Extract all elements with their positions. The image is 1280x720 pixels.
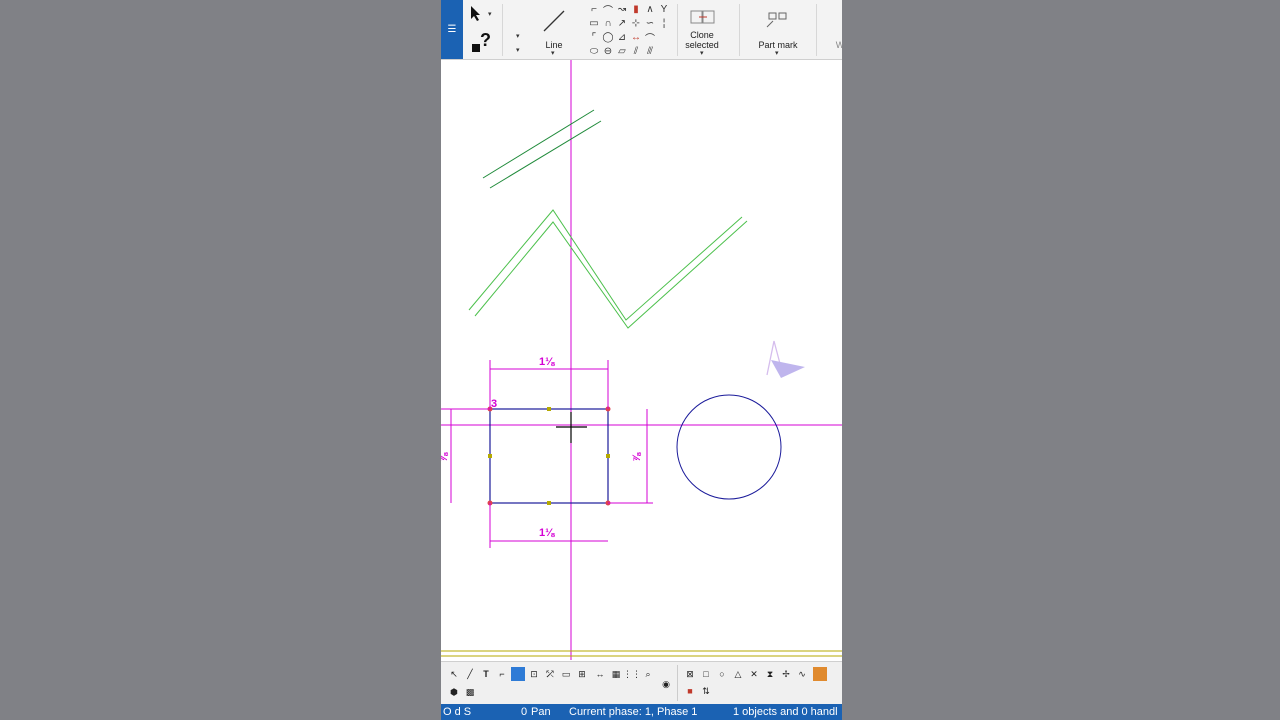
marker-icon[interactable]: ▮	[633, 4, 639, 15]
menu-icon[interactable]: ☰	[441, 0, 463, 59]
color-swatch-icon[interactable]	[813, 667, 827, 681]
help-icon[interactable]: ?	[480, 30, 491, 51]
ribbon-separator	[816, 4, 817, 56]
chevron-down-icon[interactable]: ▾	[488, 10, 492, 18]
status-mode: Pan	[531, 706, 551, 718]
zoom-icon[interactable]: ⌕	[641, 667, 655, 681]
drawing-svg[interactable]: 1⅛ 1⅛ ⅞ ⅞ 3	[441, 60, 842, 660]
push-pin-icon[interactable]: ⬢	[447, 685, 461, 699]
edit-shape-icon[interactable]: ⤱	[543, 667, 557, 681]
line-tool-icon[interactable]	[541, 8, 567, 34]
double-line-b	[489, 120, 602, 189]
hourglass-icon[interactable]: ⧗	[763, 667, 777, 681]
dimension-tool-icon[interactable]: ⊞	[575, 667, 589, 681]
curve-icon[interactable]: ↝	[618, 4, 626, 15]
double-line-a	[482, 109, 595, 179]
polyline-icon[interactable]: ↗	[618, 18, 626, 29]
target-icon[interactable]: ⊖	[604, 46, 612, 57]
slash-icon[interactable]: ⫽	[634, 46, 638, 57]
line-tool-icon[interactable]: ╱	[463, 667, 477, 681]
eye-icon[interactable]: ◉	[659, 677, 673, 691]
status-bar: O d S 0 Pan Current phase: 1, Phase 1 1 …	[441, 704, 842, 720]
part-mark-icon[interactable]	[765, 10, 791, 30]
drawing-canvas[interactable]: 1⅛ 1⅛ ⅞ ⅞ 3	[441, 60, 842, 660]
red-square-icon[interactable]: ■	[683, 684, 697, 698]
corner-icon[interactable]: ⌜	[592, 32, 597, 43]
status-selection: 1 objects and 0 handl	[733, 706, 838, 718]
angle-icon[interactable]: ∧	[646, 4, 653, 15]
cross-icon[interactable]: ✕	[747, 667, 761, 681]
crossed-box-icon[interactable]: ⊠	[683, 667, 697, 681]
pipe-icon[interactable]: ¦	[663, 18, 666, 29]
chevron-down-icon[interactable]: ▾	[516, 32, 520, 40]
grid-tool-icon[interactable]: ▦	[609, 667, 623, 681]
circle-icon[interactable]: ○	[715, 667, 729, 681]
frame-tool-icon[interactable]: ⊡	[527, 667, 541, 681]
note-icon[interactable]: ▱	[618, 46, 626, 57]
drawing-tools-grid: ⌐ ⌒ ↝ ▮ ∧ Y ▭ ∩ ↗ ⊹ ∽ ¦ ⌜ ◯ ⊿ ↔ ⌒ ⬭ ⊖ ▱ …	[587, 2, 673, 58]
window-tool-icon[interactable]: ▭	[559, 667, 573, 681]
leader-tool-icon[interactable]: ⌐	[495, 667, 509, 681]
ribbon-toolbar: ☰ ▾ ? ▾ ▾ Line ▾ ⌐ ⌒ ↝ ▮ ∧ Y ▭ ∩ ↗ ⊹ ∽ ¦…	[441, 0, 842, 60]
circle-tool-icon[interactable]: ◯	[602, 32, 613, 43]
step-line-icon[interactable]: ⌐	[591, 4, 597, 15]
corner-label: 3	[491, 398, 497, 410]
star-cross-icon[interactable]: ✢	[779, 667, 793, 681]
pattern-icon[interactable]: ▩	[463, 685, 477, 699]
clone-selected-icon[interactable]	[690, 8, 716, 28]
select-arrow-icon[interactable]: ↖	[447, 667, 461, 681]
midpoint-handles	[488, 407, 610, 505]
rectangle-icon[interactable]: ▭	[589, 18, 598, 29]
ribbon-separator	[739, 4, 740, 56]
dimension-line-icon[interactable]: ↔	[631, 32, 641, 43]
snap-grid-icon[interactable]: ⋮⋮	[623, 667, 641, 681]
text-tool-icon[interactable]: T	[479, 667, 493, 681]
flag-icon[interactable]: ⊿	[618, 32, 626, 43]
hatch-icon[interactable]: ⫻	[647, 46, 653, 57]
select-arrow-icon[interactable]	[468, 4, 486, 22]
square-icon[interactable]: □	[699, 667, 713, 681]
ribbon-overflow-label[interactable]: W	[835, 40, 842, 50]
status-phase[interactable]: Current phase: 1, Phase 1	[569, 706, 697, 718]
tilde-icon[interactable]: ∿	[795, 667, 809, 681]
ribbon-separator	[502, 4, 503, 56]
bottom-toolbar: ↖ ╱ T ⌐ ⊡ ⤱ ▭ ⊞ ↔ ▦ ⋮⋮ ⌕ ◉ ⬢ ▩ ⊠ □ ○ △ ✕…	[441, 661, 842, 705]
open-arc-icon[interactable]: ⌒	[645, 30, 655, 45]
fill-tool-icon[interactable]	[511, 667, 525, 681]
toolbar-separator	[677, 665, 678, 701]
chevron-down-icon[interactable]: ▾	[775, 49, 779, 57]
selected-rectangle	[489, 408, 609, 504]
chevron-down-icon[interactable]: ▾	[551, 49, 555, 57]
zigzag-line-a	[468, 209, 743, 321]
chevron-down-icon[interactable]: ▾	[516, 46, 520, 54]
circle-shape	[676, 394, 782, 500]
cross-line-icon[interactable]: ⊹	[632, 18, 640, 29]
arc-icon[interactable]: ⌒	[603, 2, 613, 17]
selection-handles	[487, 406, 611, 506]
chevron-down-icon[interactable]: ▾	[700, 49, 704, 57]
dimension-lines	[441, 360, 653, 548]
dimension-bottom-label: 1⅛	[539, 527, 555, 539]
dimension-left-label: ⅞	[441, 452, 450, 462]
flip-icon[interactable]: ⇅	[699, 684, 713, 698]
zigzag-line-b	[474, 220, 748, 329]
fork-icon[interactable]: Y	[661, 4, 668, 15]
crosshair-cursor-icon	[556, 412, 587, 443]
ellipse-icon[interactable]: ⬭	[590, 46, 599, 57]
triangle-icon[interactable]: △	[731, 667, 745, 681]
clone-selected-label[interactable]: Clone selected	[677, 30, 727, 50]
measure-tool-icon[interactable]: ↔	[593, 667, 607, 681]
stop-square-icon[interactable]	[472, 44, 480, 52]
drawing-app-window: ☰ ▾ ? ▾ ▾ Line ▾ ⌐ ⌒ ↝ ▮ ∧ Y ▭ ∩ ↗ ⊹ ∽ ¦…	[441, 0, 842, 720]
arch-icon[interactable]: ∩	[604, 18, 611, 29]
status-flags: O d S	[443, 706, 472, 718]
wave-icon[interactable]: ∽	[646, 18, 654, 29]
status-count: 0	[521, 706, 528, 718]
dimension-top-label: 1⅛	[539, 356, 555, 368]
brand-logo	[766, 340, 805, 378]
dimension-right-label: ⅞	[631, 452, 643, 462]
